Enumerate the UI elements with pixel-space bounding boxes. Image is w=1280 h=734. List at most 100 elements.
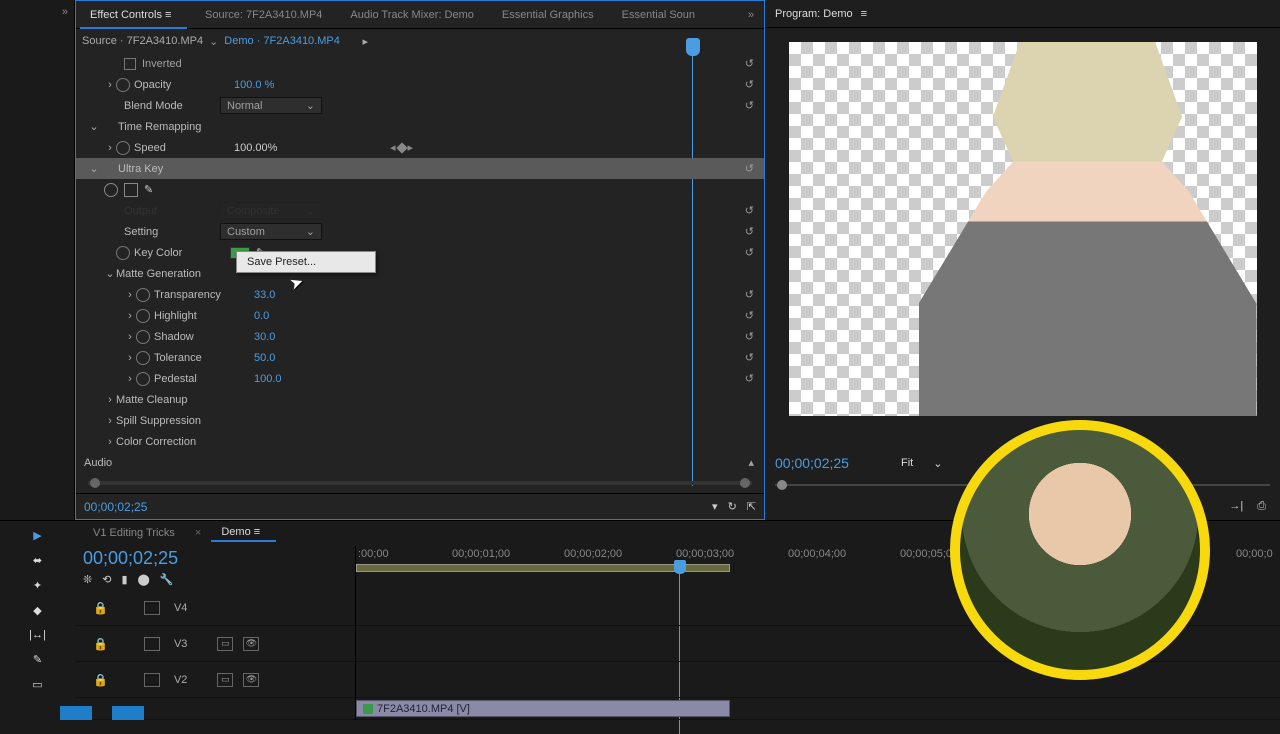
reset-button[interactable]	[745, 57, 754, 70]
twisty-icon[interactable]: ›	[104, 436, 116, 448]
inverted-checkbox[interactable]	[124, 58, 136, 70]
twisty-icon[interactable]: ›	[124, 352, 136, 364]
program-viewport[interactable]	[765, 28, 1280, 448]
stopwatch-icon[interactable]	[116, 78, 130, 92]
twisty-icon[interactable]: ›	[124, 310, 136, 322]
source-patch[interactable]	[60, 706, 92, 720]
track-output-icon[interactable]: ▭	[217, 673, 233, 687]
marker-icon[interactable]: ▮	[121, 573, 127, 586]
reset-button[interactable]	[745, 330, 754, 343]
play-icon[interactable]: ▸	[362, 35, 368, 48]
twisty-icon[interactable]: ›	[104, 142, 116, 154]
stopwatch-icon[interactable]	[136, 288, 150, 302]
stopwatch-icon[interactable]	[136, 309, 150, 323]
stopwatch-icon[interactable]	[136, 330, 150, 344]
panel-menu-icon[interactable]	[254, 526, 266, 538]
collapse-icon[interactable]: ▴	[748, 456, 754, 469]
tab-essential-graphics[interactable]: Essential Graphics	[492, 1, 604, 29]
mask-rect-icon[interactable]	[124, 183, 138, 197]
twisty-icon[interactable]: ›	[104, 415, 116, 427]
ultra-key-effect[interactable]: Ultra Key	[118, 163, 258, 175]
keyframe-nav[interactable]: ◂ ▸	[390, 141, 413, 154]
insert-icon[interactable]: →|	[1229, 500, 1243, 512]
twisty-icon[interactable]: ›	[104, 394, 116, 406]
mask-pen-icon[interactable]: ✎	[144, 183, 153, 196]
track-toggle[interactable]	[144, 673, 160, 687]
save-preset-menu-item[interactable]: Save Preset...	[237, 252, 375, 272]
stopwatch-icon[interactable]	[136, 372, 150, 386]
output-dropdown[interactable]: Composite⌄	[220, 202, 322, 219]
opacity-value[interactable]: 100.0 %	[230, 79, 320, 91]
loop-icon[interactable]: ↻	[728, 500, 737, 513]
twisty-icon[interactable]: ⌄	[88, 120, 100, 133]
export-icon[interactable]: ⇱	[747, 500, 756, 513]
track-header-v2[interactable]: 🔒 V2 ▭ 👁	[75, 662, 355, 698]
filter-icon[interactable]: ▾	[712, 500, 718, 513]
selection-tool-icon[interactable]: ▶	[33, 529, 41, 542]
reset-button[interactable]	[745, 372, 754, 385]
expand-panel-icon[interactable]: »	[0, 0, 74, 18]
lock-icon[interactable]: 🔒	[93, 637, 108, 651]
track-select-tool-icon[interactable]: ⬌	[33, 554, 42, 567]
panel-menu-icon[interactable]	[165, 1, 177, 29]
twisty-icon[interactable]: ⌄	[104, 267, 116, 280]
track-header-v1[interactable]	[75, 698, 355, 720]
tab-source[interactable]: Source: 7F2A3410.MP4	[195, 1, 332, 29]
chevron-down-icon[interactable]: ⌄	[209, 35, 218, 48]
overflow-icon[interactable]: »	[742, 9, 760, 21]
tolerance-value[interactable]: 50.0	[250, 352, 340, 364]
source-patch[interactable]	[112, 706, 144, 720]
twisty-icon[interactable]: ›	[124, 331, 136, 343]
lock-icon[interactable]: 🔒	[93, 673, 108, 687]
reset-button[interactable]	[745, 351, 754, 364]
track-toggle[interactable]	[144, 637, 160, 651]
setting-dropdown[interactable]: Custom⌄	[220, 223, 322, 240]
pedestal-value[interactable]: 100.0	[250, 373, 340, 385]
export-frame-icon[interactable]: ⎙	[1257, 500, 1266, 513]
tab-effect-controls[interactable]: Effect Controls	[80, 1, 187, 29]
tab-audio-mixer[interactable]: Audio Track Mixer: Demo	[340, 1, 483, 29]
timeline-playhead[interactable]	[674, 560, 686, 574]
reset-button[interactable]	[745, 246, 754, 259]
slip-tool-icon[interactable]: |↔|	[29, 629, 46, 641]
reset-button[interactable]	[745, 78, 754, 91]
zoom-scrollbar[interactable]	[84, 475, 756, 491]
ec-timecode[interactable]: 00;00;02;25	[84, 500, 147, 514]
rectangle-tool-icon[interactable]: ▭	[32, 678, 42, 691]
track-output-icon[interactable]: ▭	[217, 637, 233, 651]
twisty-icon[interactable]: ›	[124, 289, 136, 301]
track-lane-v1[interactable]: 7F2A3410.MP4 [V]	[356, 698, 1280, 720]
linked-selection-icon[interactable]: ⟲	[102, 573, 111, 586]
razor-tool-icon[interactable]: ◆	[33, 604, 41, 617]
mask-ellipse-icon[interactable]	[104, 183, 118, 197]
clip-link[interactable]: Demo · 7F2A3410.MP4	[224, 35, 340, 47]
track-header-v4[interactable]: 🔒 V4	[75, 590, 355, 626]
reset-button[interactable]	[745, 99, 754, 112]
twisty-icon[interactable]: ›	[124, 373, 136, 385]
reset-button[interactable]	[745, 309, 754, 322]
timeline-timecode[interactable]: 00;00;02;25	[83, 548, 347, 569]
shadow-value[interactable]: 30.0	[250, 331, 340, 343]
tab-essential-sound[interactable]: Essential Soun	[612, 1, 705, 29]
ripple-tool-icon[interactable]: ✦	[33, 579, 42, 592]
stopwatch-icon[interactable]	[116, 141, 130, 155]
lock-icon[interactable]: 🔒	[93, 601, 108, 615]
snap-icon[interactable]: ❊	[83, 573, 92, 586]
speed-value[interactable]: 100.00%	[230, 142, 320, 154]
pen-tool-icon[interactable]: ✎	[33, 653, 42, 666]
zoom-dropdown[interactable]: Fit⌄	[893, 455, 950, 472]
highlight-value[interactable]: 0.0	[250, 310, 340, 322]
sequence-tab[interactable]: V1 Editing Tricks	[83, 525, 185, 541]
twisty-icon[interactable]: ›	[104, 79, 116, 91]
blendmode-dropdown[interactable]: Normal⌄	[220, 97, 322, 114]
video-clip[interactable]: 7F2A3410.MP4 [V]	[356, 700, 730, 717]
reset-button[interactable]	[745, 288, 754, 301]
track-visibility-icon[interactable]: 👁	[243, 673, 259, 687]
settings-icon[interactable]: ⬤	[138, 573, 150, 586]
stopwatch-icon[interactable]	[116, 246, 130, 260]
program-timecode[interactable]: 00;00;02;25	[775, 455, 849, 471]
stopwatch-icon[interactable]	[136, 351, 150, 365]
track-visibility-icon[interactable]: 👁	[243, 637, 259, 651]
track-lane-v2[interactable]	[356, 662, 1280, 698]
reset-button[interactable]	[745, 225, 754, 238]
